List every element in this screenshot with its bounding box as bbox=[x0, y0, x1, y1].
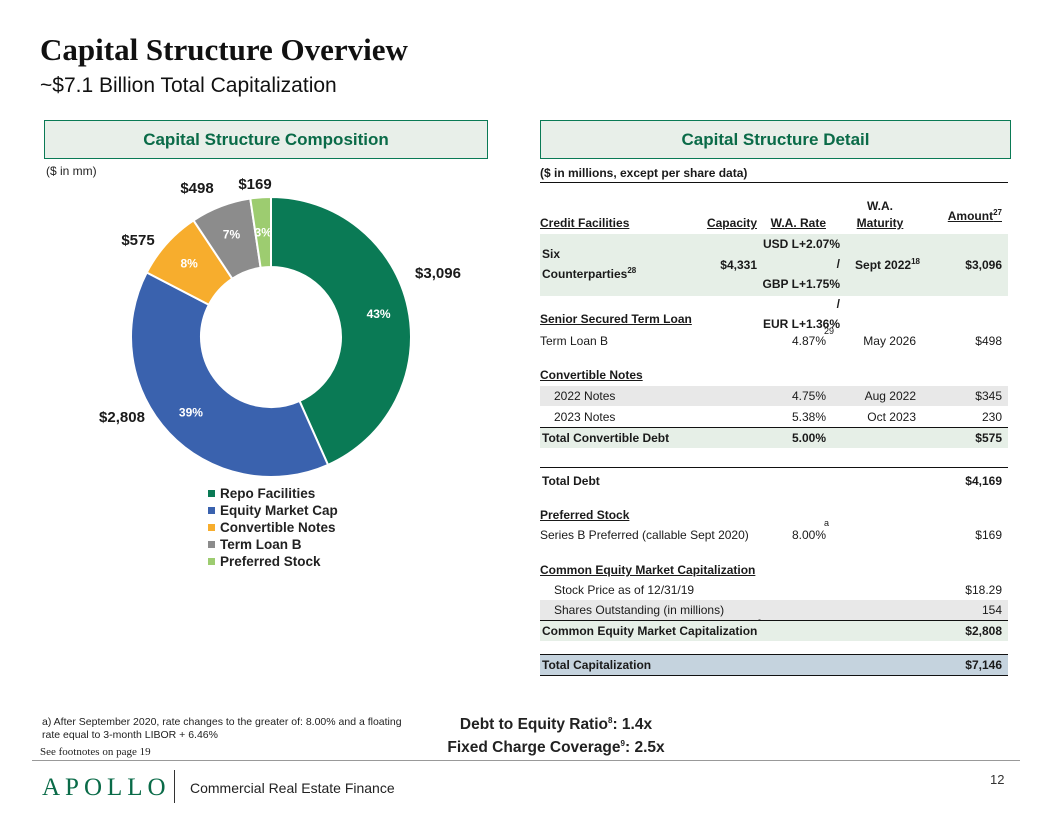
company-name: Commercial Real Estate Finance bbox=[190, 780, 395, 796]
value-label-termloan: $498 bbox=[180, 180, 213, 197]
logo-divider bbox=[174, 770, 175, 803]
see-footnotes: See footnotes on page 19 bbox=[40, 746, 151, 758]
percent-label-preferred: 3% bbox=[255, 225, 273, 239]
legend-swatch bbox=[208, 490, 215, 497]
section-equity: Common Equity Market Capitalization bbox=[540, 563, 756, 577]
value-label-preferred: $169 bbox=[238, 176, 271, 193]
percent-label-repo: 43% bbox=[367, 307, 391, 321]
table-row-total-convertible: Total Convertible Debt 5.00% $575 bbox=[540, 427, 1008, 448]
table-row-shares-outstanding: Shares Outstanding (in millions) 154 bbox=[540, 600, 1008, 620]
value-label-equity: $2,808 bbox=[99, 409, 145, 426]
value-label-convertible: $575 bbox=[121, 232, 154, 249]
table-row-2022-notes: 2022 Notes 4.75% Aug 2022 $345 bbox=[540, 386, 1008, 406]
section-convertible: Convertible Notes bbox=[540, 368, 643, 382]
fixed-charge-coverage: Fixed Charge Coverage9: 2.5x bbox=[447, 738, 665, 756]
table-row-term-loan-b: Term Loan B 4.87% May 2026 $498 bbox=[540, 334, 1002, 348]
table-unit-note: ($ in millions, except per share data) bbox=[540, 166, 1008, 183]
table-row-common-equity-total: Common Equity Market Capitalization $2,8… bbox=[540, 620, 1008, 641]
page-number: 12 bbox=[990, 772, 1005, 787]
percent-label-equity: 39% bbox=[179, 405, 203, 419]
table-row-series-b-preferred: Series B Preferred (callable Sept 2020) … bbox=[540, 528, 1002, 542]
maturity-header-line2: Maturity bbox=[856, 216, 904, 230]
section-preferred: Preferred Stock bbox=[540, 508, 630, 522]
table-row-total-capitalization: Total Capitalization $7,146 bbox=[540, 654, 1008, 676]
debt-to-equity-ratio: Debt to Equity Ratio8: 1.4x bbox=[459, 715, 653, 733]
percent-label-convertible: 8% bbox=[180, 257, 198, 271]
footer-divider bbox=[32, 760, 1020, 761]
chart-legend: Repo Facilities Equity Market Cap Conver… bbox=[208, 485, 338, 570]
legend-item-preferred: Preferred Stock bbox=[208, 553, 338, 570]
legend-item-termloan: Term Loan B bbox=[208, 536, 338, 553]
legend-item-convertible: Convertible Notes bbox=[208, 519, 338, 536]
legend-swatch bbox=[208, 541, 215, 548]
table-row-2023-notes: 2023 Notes 5.38% Oct 2023 230 bbox=[554, 410, 1002, 424]
legend-swatch bbox=[208, 507, 215, 514]
footnote-a: a) After September 2020, rate changes to… bbox=[42, 716, 402, 741]
apollo-logo: APOLLO bbox=[42, 774, 171, 801]
legend-swatch bbox=[208, 524, 215, 531]
key-ratios: Debt to Equity Ratio8: 1.4x Fixed Charge… bbox=[424, 713, 688, 759]
table-row-total-debt: Total Debt $4,169 bbox=[540, 467, 1008, 491]
table-row-stock-price: Stock Price as of 12/31/19 $18.29 bbox=[554, 583, 1002, 597]
legend-swatch bbox=[208, 558, 215, 565]
section-term-loan: Senior Secured Term Loan bbox=[540, 312, 692, 326]
legend-item-repo: Repo Facilities bbox=[208, 485, 338, 502]
donut-slice-equity bbox=[129, 271, 330, 478]
legend-item-equity: Equity Market Cap bbox=[208, 502, 338, 519]
value-label-repo: $3,096 bbox=[415, 265, 461, 282]
table-row-six-counterparties: Six Counterparties28 $4,331 USD L+2.07% … bbox=[540, 234, 1008, 331]
percent-label-termloan: 7% bbox=[223, 227, 241, 241]
